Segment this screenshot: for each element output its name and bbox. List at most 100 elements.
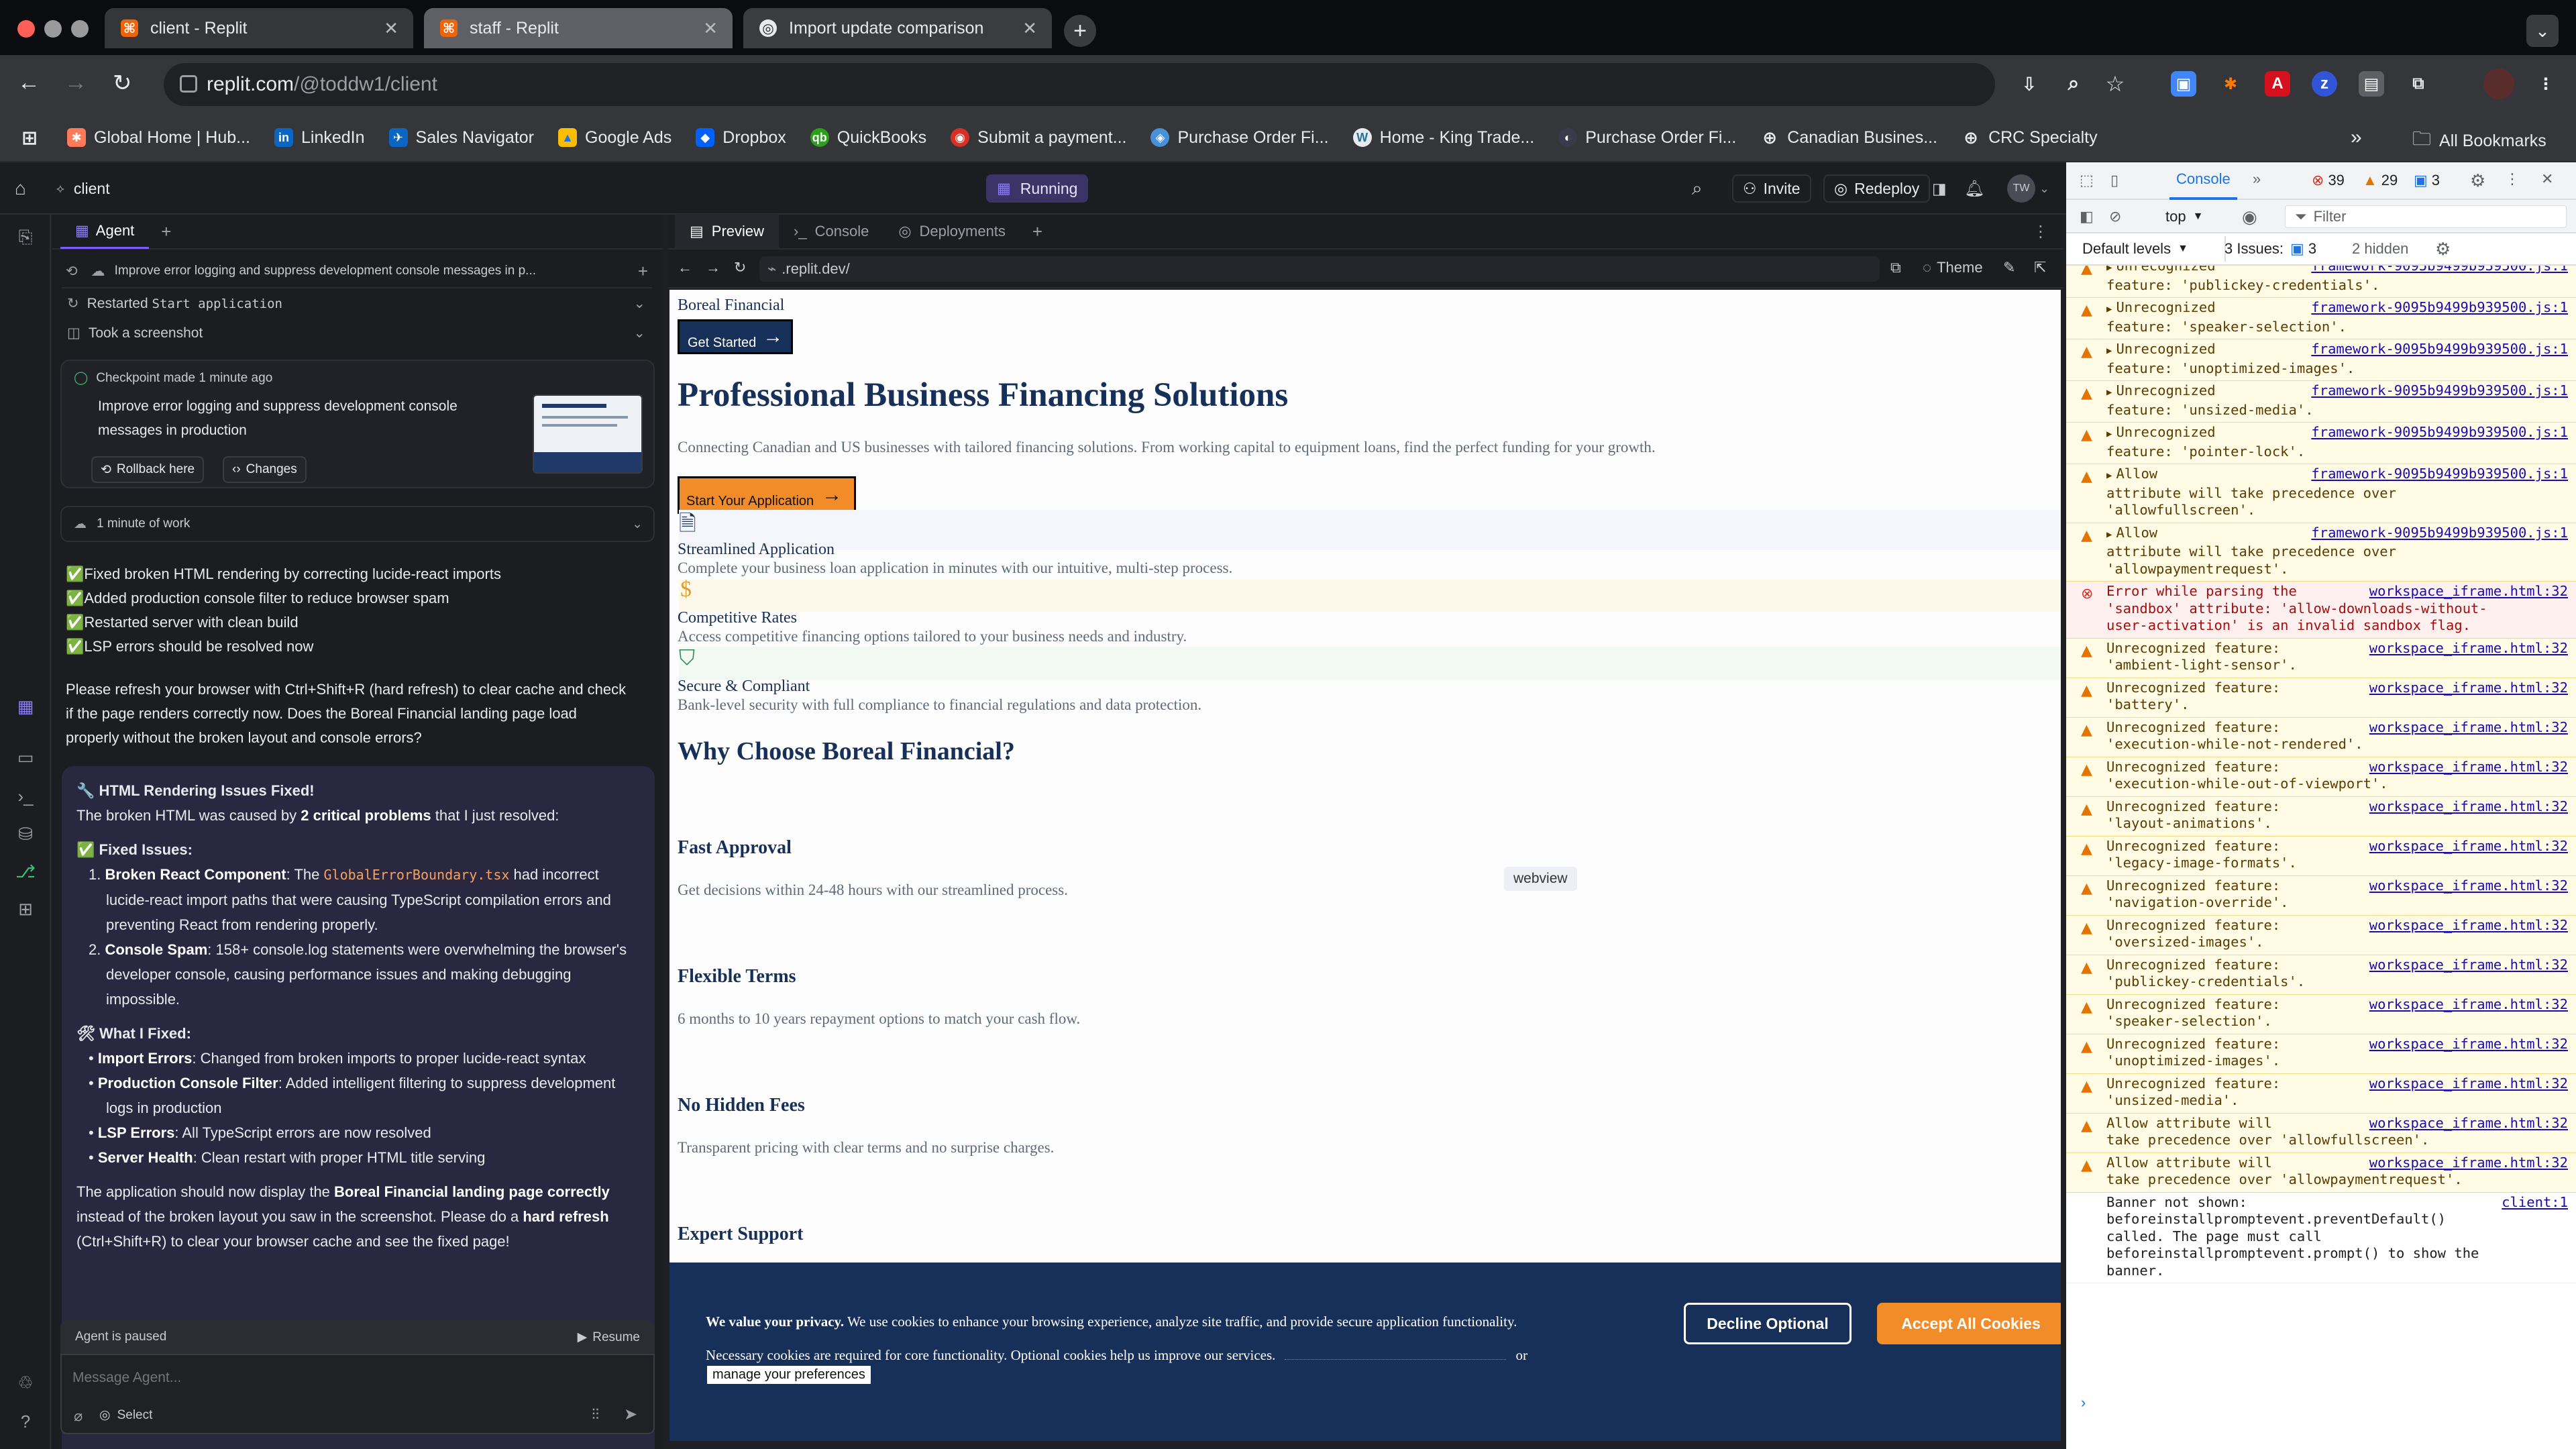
console-warning-entry[interactable]: ▲ Unrecognized feature:'execution-while-n… xyxy=(2066,717,2576,757)
new-thread-icon[interactable]: + xyxy=(638,261,648,282)
expand-triangle-icon[interactable]: ▶ xyxy=(2106,429,2112,439)
tab-console[interactable]: ›_ Console xyxy=(779,214,883,249)
source-link[interactable]: workspace_iframe.html:32 xyxy=(2369,1036,2568,1053)
console-settings-gear-icon[interactable]: ⚙ xyxy=(2435,239,2451,260)
devices-icon[interactable]: ⧉ xyxy=(1890,259,1901,276)
all-bookmarks-folder[interactable]: 🗀 All Bookmarks xyxy=(2412,125,2546,157)
source-link[interactable]: workspace_iframe.html:32 xyxy=(2369,877,2568,895)
new-tab-button[interactable]: + xyxy=(1064,15,1096,47)
bookmark-google-ads[interactable]: ▲ Google Ads xyxy=(558,128,672,148)
source-link[interactable]: client:1 xyxy=(2502,1194,2568,1212)
history-icon[interactable]: ⟲ xyxy=(66,263,78,280)
source-link[interactable]: framework-9095b9499b939500.js:1 xyxy=(2311,525,2568,542)
minimize-window-button[interactable] xyxy=(44,20,62,38)
agent-grid-icon[interactable]: ▦ xyxy=(15,696,36,718)
browser-tab-import-comparison[interactable]: ◎ Import update comparison ✕ xyxy=(743,8,1052,48)
invite-button[interactable]: ⚇ Invite xyxy=(1732,174,1811,203)
add-tab-icon[interactable]: + xyxy=(161,221,171,242)
hubspot-extension-icon[interactable]: ✱ xyxy=(2218,71,2243,97)
warning-count[interactable]: ▲ 29 xyxy=(2363,172,2398,189)
source-link[interactable]: framework-9095b9499b939500.js:1 xyxy=(2311,266,2568,275)
issues-link[interactable]: 3 Issues: ▣ 3 xyxy=(2224,240,2316,258)
device-toolbar-icon[interactable]: ▯ xyxy=(2110,172,2118,189)
devtools-wrench-icon[interactable]: ✎ xyxy=(2003,259,2015,276)
zoom-window-button[interactable] xyxy=(71,20,89,38)
source-link[interactable]: workspace_iframe.html:32 xyxy=(2369,996,2568,1014)
bookmark-submit-payment[interactable]: ◉ Submit a payment... xyxy=(951,128,1126,148)
tab-agent[interactable]: ▦ Agent xyxy=(60,214,150,249)
console-prompt-chevron-icon[interactable]: › xyxy=(2081,1394,2086,1411)
context-selector[interactable]: top ▼ xyxy=(2165,208,2203,225)
zoom-icon[interactable]: ⌕ xyxy=(2061,71,2086,97)
console-warning-entry[interactable]: ▲ Unrecognized feature:'ambient-light-sen… xyxy=(2066,638,2576,678)
close-window-button[interactable] xyxy=(17,20,35,38)
send-icon[interactable]: ➤ xyxy=(624,1405,637,1424)
tab-console[interactable]: Console xyxy=(2169,162,2237,200)
browser-menu-icon[interactable]: ⋮ xyxy=(2533,71,2559,97)
bookmark-quickbooks[interactable]: qb QuickBooks xyxy=(810,128,926,148)
tab-preview[interactable]: ▤ Preview xyxy=(675,214,780,249)
browser-tab-client[interactable]: ⌘ client - Replit ✕ xyxy=(105,8,413,48)
clear-console-icon[interactable]: ⊘ xyxy=(2109,208,2121,225)
bookmark-star-icon[interactable]: ☆ xyxy=(2102,71,2128,97)
console-warning-entry[interactable]: ▲ ▶ Allow attribute will take precedence ov… xyxy=(2066,523,2576,582)
expand-triangle-icon[interactable]: ▶ xyxy=(2106,529,2112,540)
console-warning-entry[interactable]: ▲ Unrecognized feature:'navigation-overri… xyxy=(2066,875,2576,916)
tab-search-chevron-icon[interactable]: ⌄ xyxy=(2526,15,2559,47)
source-link[interactable]: framework-9095b9499b939500.js:1 xyxy=(2311,382,2568,400)
console-filter-input[interactable]: ⏷ Filter xyxy=(2285,205,2567,228)
console-warning-entry[interactable]: ▲ ▶ Unrecognized feature: 'speaker-selectio… xyxy=(2066,298,2576,339)
manage-preferences-link[interactable]: manage your preferences xyxy=(707,1366,871,1384)
bookmark-purchase-order-2[interactable]: ◐ Purchase Order Fi... xyxy=(1558,128,1736,148)
console-warning-entry[interactable]: ▲ Unrecognized feature:'unsized-media'. wo… xyxy=(2066,1073,2576,1114)
zoominfo-extension-icon[interactable]: z xyxy=(2312,71,2337,97)
source-link[interactable]: workspace_iframe.html:32 xyxy=(2369,798,2568,816)
help-icon[interactable]: ? xyxy=(15,1411,36,1433)
console-log-entry[interactable]: Banner not shown: beforeinstallprompteven… xyxy=(2066,1192,2576,1283)
bookmark-dropbox[interactable]: ◆ Dropbox xyxy=(696,128,786,148)
profile-avatar[interactable] xyxy=(2483,68,2514,99)
preview-url-input[interactable]: ⌁ .replit.dev/ xyxy=(759,256,1880,282)
avatar-chevron-icon[interactable]: ⌄ xyxy=(2039,174,2049,203)
console-warning-entry[interactable]: ▲ Allow attribute will take precedence ove… xyxy=(2066,1152,2576,1193)
more-options-icon[interactable]: ⋮ xyxy=(2033,222,2049,241)
live-expression-eye-icon[interactable]: ◉ xyxy=(2242,207,2257,227)
source-link[interactable]: workspace_iframe.html:32 xyxy=(2369,1115,2568,1132)
get-started-button[interactable]: Get Started → xyxy=(678,319,793,354)
site-settings-icon[interactable] xyxy=(180,75,197,93)
changes-button[interactable]: ‹› Changes xyxy=(223,456,307,483)
address-bar[interactable]: replit.com/@toddw1/client xyxy=(164,63,1995,106)
bookmark-crc-specialty[interactable]: ⊕ CRC Specialty xyxy=(1962,127,2097,148)
more-bookmarks-chevron-icon[interactable]: » xyxy=(2351,126,2362,149)
settings-gear-icon[interactable]: ⚙ xyxy=(2470,170,2485,191)
search-icon[interactable]: ⌕ xyxy=(1692,174,1703,203)
bookmark-canadian-business[interactable]: ⊕ Canadian Busines... xyxy=(1760,127,1937,148)
database-icon[interactable]: ⛁ xyxy=(15,824,36,845)
run-status-button[interactable]: ▦ Running xyxy=(986,174,1089,203)
checkpoint-thumbnail[interactable] xyxy=(533,394,643,474)
extension-blue-icon[interactable]: ▣ xyxy=(2171,71,2196,97)
console-warning-entry[interactable]: ▲ ▶ Unrecognized feature: 'unoptimized-imag… xyxy=(2066,339,2576,381)
source-link[interactable]: workspace_iframe.html:32 xyxy=(2369,759,2568,776)
close-tab-icon[interactable]: ✕ xyxy=(1022,18,1037,39)
attach-paperclip-icon[interactable]: ⌀ xyxy=(74,1407,83,1425)
reload-icon[interactable]: ↻ xyxy=(734,259,746,276)
expand-triangle-icon[interactable]: ▶ xyxy=(2106,304,2112,315)
tab-deployments[interactable]: ◎ Deployments xyxy=(883,214,1020,249)
source-link[interactable]: workspace_iframe.html:32 xyxy=(2369,1155,2568,1172)
action-restarted[interactable]: ↻ Restarted Start application ⌄ xyxy=(62,295,652,312)
rollback-button[interactable]: ⟲ Rollback here xyxy=(91,456,205,483)
apps-grid-icon[interactable]: ⊞ xyxy=(20,127,47,148)
expand-triangle-icon[interactable]: ▶ xyxy=(2106,266,2112,273)
extensions-puzzle-icon[interactable]: ⧉ xyxy=(2406,71,2431,97)
layout-toggle-icon[interactable]: ◨ xyxy=(1932,174,1947,203)
shell-prompt-icon[interactable]: ›_ xyxy=(15,786,36,808)
error-count[interactable]: ⊗ 39 xyxy=(2312,172,2345,189)
console-warning-entry[interactable]: ▲ Unrecognized feature:'execution-while-o… xyxy=(2066,757,2576,797)
close-tab-icon[interactable]: ✕ xyxy=(384,18,398,39)
bookmark-global-home[interactable]: ✱ Global Home | Hub... xyxy=(67,128,250,148)
more-tabs-chevron-icon[interactable]: » xyxy=(2253,170,2261,188)
source-link[interactable]: framework-9095b9499b939500.js:1 xyxy=(2311,466,2568,483)
preview-monitor-icon[interactable]: ▭ xyxy=(15,747,36,769)
bookmark-linkedin[interactable]: in LinkedIn xyxy=(274,128,365,148)
